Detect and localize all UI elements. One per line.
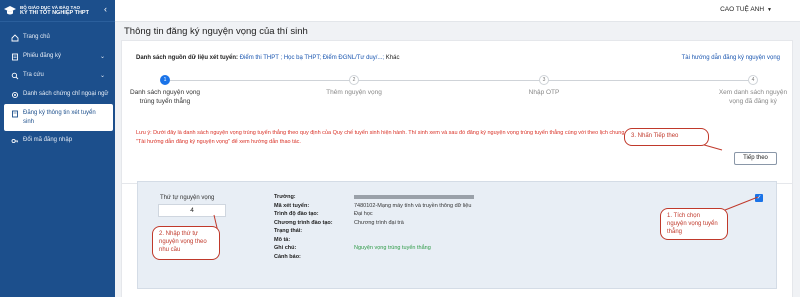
field-level-value: Đại học: [354, 211, 373, 217]
wish-details: Trường: Mã xét tuyển: 7480102-Mạng máy t…: [274, 194, 474, 262]
page-title: Thông tin đăng ký nguyện vọng của thí si…: [124, 26, 308, 37]
field-level-label: Trình độ đào tạo:: [274, 211, 319, 217]
registration-card: Danh sách nguồn dữ liệu xét tuyển: Điểm …: [121, 40, 793, 184]
order-label: Thứ tự nguyện vọng: [160, 195, 215, 201]
callout-check: 1. Tích chọn nguyện vọng tuyển thẳng: [660, 208, 728, 240]
data-sources-links[interactable]: Điểm thi THPT ; Học bạ THPT; Điểm ĐGNL/T…: [240, 55, 384, 61]
data-sources-line: Danh sách nguồn dữ liệu xét tuyển: Điểm …: [136, 55, 399, 61]
sidebar-item-label: Tra cứu: [23, 72, 44, 78]
detail-row: Trạng thái:: [274, 228, 474, 237]
callout-next: 3. Nhấn Tiếp theo: [624, 128, 709, 146]
select-wish-checkbox[interactable]: ✓: [755, 194, 763, 202]
home-icon: [11, 34, 19, 42]
detail-row: Mã xét tuyển: 7480102-Mạng máy tính và t…: [274, 203, 474, 212]
chevron-down-icon: ⌄: [99, 73, 105, 79]
field-note-value: Nguyện vọng trúng tuyển thẳng: [354, 245, 431, 251]
next-button[interactable]: Tiếp theo: [734, 152, 777, 165]
notice-line1: Lưu ý: Dưới đây là danh sách nguyện vọng…: [136, 130, 586, 136]
sidebar-nav: Trang chủ Phiếu đăng ký ⌄ Tra cứu ⌄ Danh…: [0, 28, 115, 150]
sidebar-item-label: Đổi mã đăng nhập: [23, 137, 73, 144]
field-program-value: Chương trình đại trà: [354, 219, 404, 226]
sidebar-item-label: Danh sách chứng chỉ ngoại ngữ: [23, 91, 109, 97]
field-code-label: Mã xét tuyển:: [274, 202, 310, 209]
data-sources-other: Khác: [385, 55, 400, 61]
detail-row: Mô tả:: [274, 237, 474, 246]
document-icon: [12, 110, 18, 118]
user-menu[interactable]: CAO TUỆ ANH ▼: [720, 6, 772, 13]
user-name: CAO TUỆ ANH: [720, 6, 765, 13]
field-description-label: Mô tả:: [274, 236, 291, 243]
field-program-label: Chương trình đào tạo:: [274, 219, 333, 226]
sidebar-item-registration-form[interactable]: Phiếu đăng ký ⌄: [0, 47, 115, 66]
step-2-label: Thêm nguyện vọng: [326, 89, 382, 96]
field-warning-label: Cảnh báo:: [274, 253, 301, 260]
order-input[interactable]: 4: [158, 204, 226, 217]
form-icon: [12, 53, 18, 61]
step-3-label: Nhập OTP: [528, 89, 560, 96]
logo[interactable]: BỘ GIÁO DỤC VÀ ĐÀO TẠO KỲ THI TỐT NGHIỆP…: [0, 0, 115, 22]
detail-row: Ghi chú: Nguyện vọng trúng tuyển thẳng: [274, 245, 474, 254]
detail-row: Trình độ đào tạo: Đại học: [274, 211, 474, 220]
logo-line2: KỲ THI TỐT NGHIỆP THPT: [20, 9, 89, 16]
step-1-circle: 1: [160, 75, 170, 85]
detail-row: Trường:: [274, 194, 474, 203]
sidebar-item-lookup[interactable]: Tra cứu ⌄: [0, 66, 115, 85]
step-3-circle: 3: [539, 75, 549, 85]
sidebar-item-label: Trang chủ: [23, 34, 50, 40]
sidebar-item-label: Đăng ký thông tin xét tuyển sinh: [23, 110, 96, 125]
sidebar-item-change-login-code[interactable]: Đổi mã đăng nhập: [0, 131, 115, 150]
data-sources-label: Danh sách nguồn dữ liệu xét tuyển:: [136, 55, 239, 61]
field-note-label: Ghi chú:: [274, 245, 297, 251]
sidebar: BỘ GIÁO DỤC VÀ ĐÀO TẠO KỲ THI TỐT NGHIỆP…: [0, 0, 115, 297]
graduation-cap-icon: [4, 5, 16, 14]
sidebar-item-home[interactable]: Trang chủ: [0, 28, 115, 47]
sidebar-item-label: Phiếu đăng ký: [23, 53, 62, 59]
notice-line2: "Tài hướng dẫn đăng ký nguyện vọng" để x…: [136, 138, 301, 145]
step-2-circle: 2: [349, 75, 359, 85]
search-icon: [11, 72, 19, 80]
step-4-circle: 4: [748, 75, 758, 85]
chevron-down-icon: ▼: [767, 7, 772, 13]
stepper: 1 2 3 4 Danh sách nguyện vọng trúng tuyể…: [122, 75, 794, 127]
key-icon: [11, 139, 18, 144]
callout-order: 2. Nhập thứ tự nguyện vọng theo nhu cầu: [152, 226, 220, 260]
field-school-value-redacted: [354, 195, 474, 199]
stepper-line: [170, 80, 748, 81]
detail-row: Chương trình đào tạo: Chương trình đại t…: [274, 220, 474, 229]
step-4-label: Xem danh sách nguyện vọng đã đăng ký: [718, 89, 788, 105]
guide-link[interactable]: Tài hướng dẫn đăng ký nguyện vọng: [682, 55, 780, 61]
sidebar-item-admission-registration[interactable]: Đăng ký thông tin xét tuyển sinh: [4, 104, 113, 132]
field-status-label: Trạng thái:: [274, 228, 303, 234]
step-1-label: Danh sách nguyện vọng trúng tuyển thẳng: [129, 89, 201, 105]
sidebar-item-language-certificates[interactable]: Danh sách chứng chỉ ngoại ngữ: [0, 85, 115, 104]
chevron-down-icon: ⌄: [99, 54, 105, 60]
detail-row: Cảnh báo:: [274, 254, 474, 263]
topbar: CAO TUỆ ANH ▼: [115, 0, 800, 22]
certificate-icon: [11, 91, 19, 99]
chevron-left-icon[interactable]: ‹: [104, 4, 107, 14]
field-school-label: Trường:: [274, 194, 296, 200]
field-code-value: 7480102-Mạng máy tính và truyền thông dữ…: [354, 202, 472, 209]
